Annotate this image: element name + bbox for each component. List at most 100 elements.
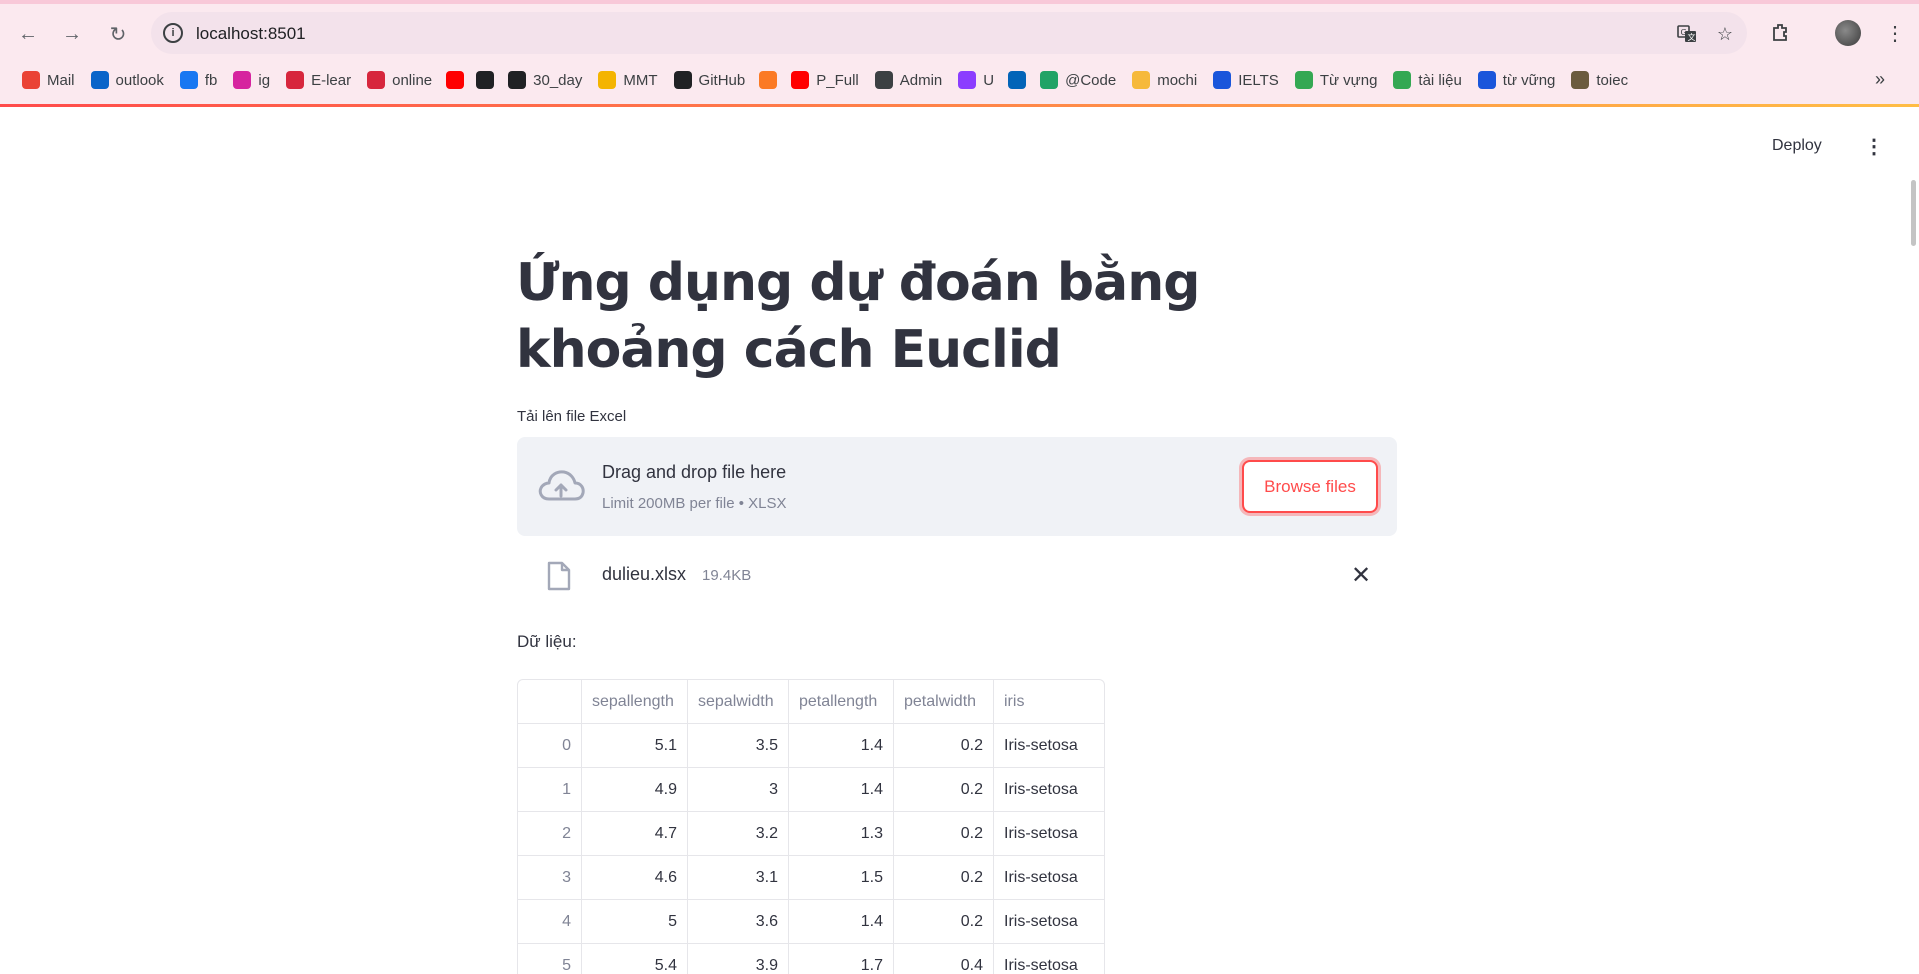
bookmark-item[interactable]: mochi: [1124, 66, 1205, 94]
table-cell[interactable]: Iris-setosa: [994, 900, 1104, 944]
column-header-sepallength[interactable]: sepallength: [582, 680, 688, 724]
table-cell[interactable]: Iris-setosa: [994, 944, 1104, 974]
table-cell[interactable]: Iris-setosa: [994, 812, 1104, 856]
bookmark-item[interactable]: MMT: [590, 66, 665, 94]
table-cell[interactable]: 3.5: [688, 724, 789, 768]
table-cell[interactable]: 1.3: [789, 812, 894, 856]
app-menu-icon[interactable]: ⋮: [1864, 134, 1884, 159]
table-cell[interactable]: 5: [582, 900, 688, 944]
column-header-petalwidth[interactable]: petalwidth: [894, 680, 994, 724]
bookmark-item[interactable]: Từ vựng: [1287, 66, 1386, 94]
column-header-iris[interactable]: iris: [994, 680, 1104, 724]
table-cell[interactable]: 5.1: [582, 724, 688, 768]
row-index-cell[interactable]: 0: [518, 724, 582, 768]
bookmark-item[interactable]: P_Full: [783, 66, 867, 94]
column-header-petallength[interactable]: petallength: [789, 680, 894, 724]
address-bar[interactable]: i localhost:8501 G文 ☆: [151, 12, 1747, 54]
translate-icon[interactable]: G文: [1675, 22, 1699, 46]
bookmark-label: ig: [258, 71, 271, 89]
scrollbar[interactable]: [1911, 180, 1916, 246]
data-table[interactable]: sepallength sepalwidth petallength petal…: [517, 679, 1105, 974]
uploader-label: Tải lên file Excel: [517, 408, 627, 425]
table-cell[interactable]: 0.2: [894, 856, 994, 900]
table-cell[interactable]: Iris-setosa: [994, 724, 1104, 768]
bookmark-item[interactable]: 30_day: [500, 66, 590, 94]
table-cell[interactable]: 4.9: [582, 768, 688, 812]
bookmark-item[interactable]: E-lear: [278, 66, 359, 94]
table-cell[interactable]: 3: [688, 768, 789, 812]
table-cell[interactable]: 1.4: [789, 724, 894, 768]
bookmark-item[interactable]: ig: [225, 66, 278, 94]
table-cell[interactable]: 3.1: [688, 856, 789, 900]
table-cell[interactable]: 0.2: [894, 768, 994, 812]
profile-avatar[interactable]: [1835, 20, 1861, 46]
bookmark-item[interactable]: [470, 66, 500, 94]
bookmark-item[interactable]: IELTS: [1205, 66, 1287, 94]
extensions-icon[interactable]: [1768, 20, 1794, 46]
site-info-icon[interactable]: i: [163, 23, 183, 43]
bookmark-item[interactable]: [1002, 66, 1032, 94]
table-cell[interactable]: Iris-setosa: [994, 856, 1104, 900]
dropzone-title: Drag and drop file here: [602, 462, 787, 482]
table-cell[interactable]: Iris-setosa: [994, 768, 1104, 812]
table-cell[interactable]: 0.2: [894, 724, 994, 768]
bookmark-item[interactable]: outlook: [83, 66, 172, 94]
ielts-icon: [1213, 71, 1232, 89]
table-row[interactable]: 2 4.7 3.2 1.3 0.2 Iris-setosa: [518, 812, 1104, 856]
table-cell[interactable]: 3.6: [688, 900, 789, 944]
column-header-index[interactable]: [518, 680, 582, 724]
browser-menu-icon[interactable]: ⋮: [1885, 18, 1905, 48]
row-index-cell[interactable]: 4: [518, 900, 582, 944]
bookmark-item[interactable]: [753, 66, 783, 94]
table-cell[interactable]: 0.2: [894, 900, 994, 944]
table-cell[interactable]: 3.9: [688, 944, 789, 974]
browse-files-button[interactable]: Browse files: [1242, 460, 1378, 513]
table-row[interactable]: 1 4.9 3 1.4 0.2 Iris-setosa: [518, 768, 1104, 812]
reload-icon[interactable]: ↻: [104, 20, 132, 48]
url-text[interactable]: localhost:8501: [196, 24, 306, 44]
bookmark-label: U: [983, 71, 995, 89]
table-cell[interactable]: 5.4: [582, 944, 688, 974]
bookmark-item[interactable]: Admin: [867, 66, 951, 94]
bookmark-item[interactable]: toiec: [1563, 66, 1636, 94]
table-cell[interactable]: 4.7: [582, 812, 688, 856]
bookmark-item[interactable]: Mail: [14, 66, 83, 94]
table-cell[interactable]: 3.2: [688, 812, 789, 856]
table-cell[interactable]: 1.4: [789, 900, 894, 944]
deploy-button[interactable]: Deploy: [1772, 137, 1822, 155]
table-cell[interactable]: 1.4: [789, 768, 894, 812]
table-row[interactable]: 3 4.6 3.1 1.5 0.2 Iris-setosa: [518, 856, 1104, 900]
row-index-cell[interactable]: 3: [518, 856, 582, 900]
table-row[interactable]: 0 5.1 3.5 1.4 0.2 Iris-setosa: [518, 724, 1104, 768]
row-index-cell[interactable]: 2: [518, 812, 582, 856]
table-cell[interactable]: 0.2: [894, 812, 994, 856]
bookmark-item[interactable]: fb: [172, 66, 226, 94]
openai-icon: [476, 71, 495, 89]
bookmark-item[interactable]: [440, 66, 470, 94]
table-row[interactable]: 4 5 3.6 1.4 0.2 Iris-setosa: [518, 900, 1104, 944]
forward-icon[interactable]: →: [58, 20, 86, 48]
file-dropzone[interactable]: Drag and drop file here Limit 200MB per …: [517, 437, 1397, 536]
data-heading: Dữ liệu:: [517, 632, 577, 651]
bookmark-item[interactable]: tài liệu: [1385, 66, 1469, 94]
bookmark-item[interactable]: online: [359, 66, 440, 94]
file-name: dulieu.xlsx: [602, 564, 687, 584]
bookmarks-overflow-icon[interactable]: »: [1875, 69, 1885, 90]
bookmark-item[interactable]: U: [950, 66, 1002, 94]
row-index-cell[interactable]: 1: [518, 768, 582, 812]
tab-strip: [0, 0, 1919, 4]
bookmark-item[interactable]: GitHub: [666, 66, 754, 94]
back-icon[interactable]: ←: [14, 20, 42, 48]
table-cell[interactable]: 0.4: [894, 944, 994, 974]
column-header-sepalwidth[interactable]: sepalwidth: [688, 680, 789, 724]
remove-file-icon[interactable]: ✕: [1351, 561, 1371, 590]
table-cell[interactable]: 4.6: [582, 856, 688, 900]
table-cell[interactable]: 1.7: [789, 944, 894, 974]
onedrive-icon: [1008, 71, 1027, 89]
bookmark-item[interactable]: từ vững: [1470, 66, 1564, 94]
row-index-cell[interactable]: 5: [518, 944, 582, 974]
bookmark-item[interactable]: @Code: [1032, 66, 1124, 94]
table-cell[interactable]: 1.5: [789, 856, 894, 900]
bookmark-star-icon[interactable]: ☆: [1713, 22, 1737, 46]
table-row[interactable]: 5 5.4 3.9 1.7 0.4 Iris-setosa: [518, 944, 1104, 974]
